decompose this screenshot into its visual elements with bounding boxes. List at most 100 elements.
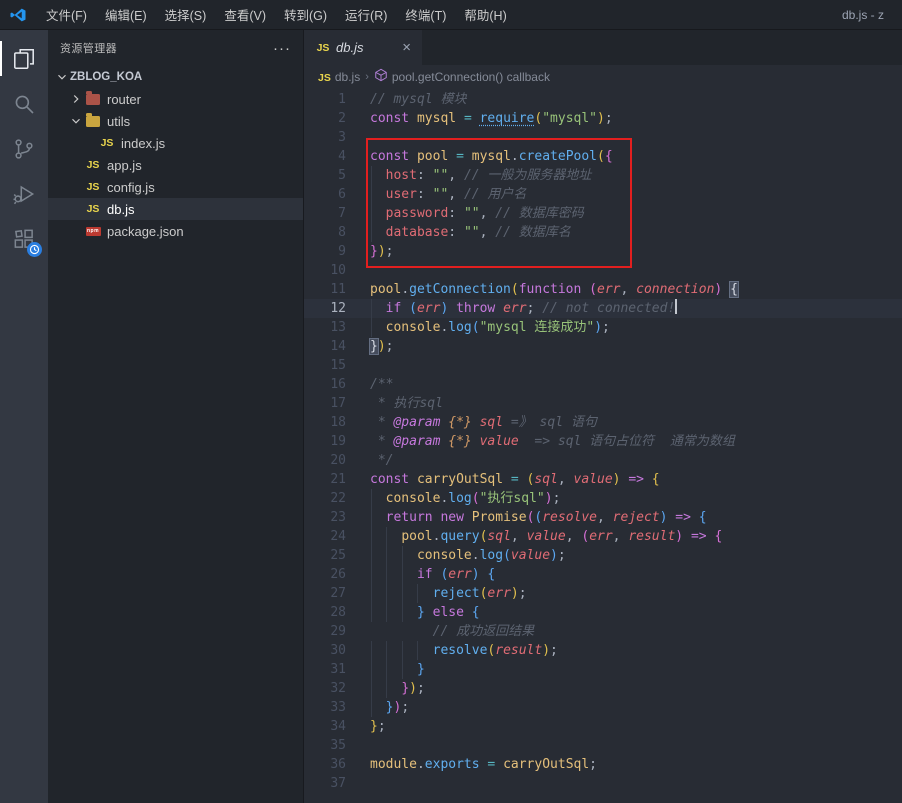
code-line[interactable]: 23 return new Promise((resolve, reject) … bbox=[304, 508, 902, 527]
code-line[interactable]: 9}); bbox=[304, 242, 902, 261]
breadcrumb-item-0[interactable]: JSdb.js bbox=[318, 70, 360, 84]
tree-item-config-js[interactable]: JSconfig.js bbox=[48, 176, 303, 198]
code-line[interactable]: 19 * @param {*} value => sql 语句占位符 通常为数组 bbox=[304, 432, 902, 451]
token: // mysql 模块 bbox=[370, 92, 466, 107]
code-line-content: if (err) throw err; // not connected! bbox=[370, 299, 677, 318]
code-line[interactable]: 18 * @param {*} sql =》 sql 语句 bbox=[304, 413, 902, 432]
code-line[interactable]: 29 // 成功返回结果 bbox=[304, 622, 902, 641]
sidebar-more-actions-icon[interactable]: ··· bbox=[273, 40, 291, 57]
code-line-content: module.exports = carryOutSql; bbox=[370, 755, 597, 774]
code-line[interactable]: 5 host: "", // 一般为服务器地址 bbox=[304, 166, 902, 185]
indent-guide bbox=[371, 565, 372, 584]
code-line[interactable]: 36module.exports = carryOutSql; bbox=[304, 755, 902, 774]
menu-item-3[interactable]: 查看(V) bbox=[215, 0, 275, 29]
line-number: 13 bbox=[304, 318, 346, 337]
code-line[interactable]: 2const mysql = require("mysql"); bbox=[304, 109, 902, 128]
code-line[interactable]: 30 resolve(result); bbox=[304, 641, 902, 660]
code-line[interactable]: 33 }); bbox=[304, 698, 902, 717]
source-control-icon[interactable] bbox=[0, 126, 48, 171]
code-line[interactable]: 27 reject(err); bbox=[304, 584, 902, 603]
tree-item-utils[interactable]: utils bbox=[48, 110, 303, 132]
code-line[interactable]: 34}; bbox=[304, 717, 902, 736]
tab-dbjs[interactable]: JS db.js × bbox=[304, 30, 422, 65]
token: { bbox=[652, 472, 660, 487]
line-number: 8 bbox=[304, 223, 346, 242]
code-line-content: console.log("mysql 连接成功"); bbox=[370, 318, 610, 337]
breadcrumb-item-1[interactable]: pool.getConnection() callback bbox=[374, 68, 550, 85]
code-line-content: // mysql 模块 bbox=[370, 90, 466, 109]
token: => bbox=[675, 510, 691, 525]
menu-item-7[interactable]: 帮助(H) bbox=[455, 0, 515, 29]
code-line[interactable]: 32 }); bbox=[304, 679, 902, 698]
menu-item-1[interactable]: 编辑(E) bbox=[96, 0, 156, 29]
code-line[interactable]: 12 if (err) throw err; // not connected! bbox=[304, 299, 902, 318]
line-number: 11 bbox=[304, 280, 346, 299]
token: ) bbox=[378, 339, 386, 354]
token: log bbox=[448, 491, 471, 506]
code-line[interactable]: 16/** bbox=[304, 375, 902, 394]
code-line[interactable]: 11pool.getConnection(function (err, conn… bbox=[304, 280, 902, 299]
code-line[interactable]: 10 bbox=[304, 261, 902, 280]
token: err bbox=[503, 301, 526, 316]
code-line-content: * @param {*} sql =》 sql 语句 bbox=[370, 413, 597, 432]
editor-code-area[interactable]: 1 // mysql 模块 2const mysql = require("mysq… bbox=[304, 88, 902, 803]
code-line-content: password: "", // 数据库密码 bbox=[370, 204, 584, 223]
tree-item-zblog-koa[interactable]: ZBLOG_KOA bbox=[48, 66, 303, 88]
tab-close-icon[interactable]: × bbox=[399, 39, 414, 56]
code-line[interactable]: 37 bbox=[304, 774, 902, 793]
code-line[interactable]: 22 console.log("执行sql"); bbox=[304, 489, 902, 508]
code-line[interactable]: 31 } bbox=[304, 660, 902, 679]
code-line[interactable]: 25 console.log(value); bbox=[304, 546, 902, 565]
menu-item-6[interactable]: 终端(T) bbox=[396, 0, 455, 29]
explorer-icon[interactable] bbox=[0, 36, 48, 81]
line-number: 1 bbox=[304, 90, 346, 109]
menu-item-0[interactable]: 文件(F) bbox=[37, 0, 96, 29]
token bbox=[448, 301, 456, 316]
token bbox=[370, 320, 386, 335]
token bbox=[370, 567, 417, 582]
code-line[interactable]: 17 * 执行sql bbox=[304, 394, 902, 413]
code-line[interactable]: 6 user: "", // 用户名 bbox=[304, 185, 902, 204]
js-icon: JS bbox=[84, 159, 102, 171]
code-line[interactable]: 7 password: "", // 数据库密码 bbox=[304, 204, 902, 223]
token: ; bbox=[602, 320, 610, 335]
code-line[interactable]: 8 database: "", // 数据库名 bbox=[304, 223, 902, 242]
code-line[interactable]: 14}); bbox=[304, 337, 902, 356]
token: ; bbox=[589, 757, 597, 772]
token: ; bbox=[558, 548, 566, 563]
token: : bbox=[448, 225, 464, 240]
folder-router-icon bbox=[84, 94, 102, 105]
code-line[interactable]: 24 pool.query(sql, value, (err, result) … bbox=[304, 527, 902, 546]
menu-item-4[interactable]: 转到(G) bbox=[275, 0, 336, 29]
token: => bbox=[691, 529, 707, 544]
code-line[interactable]: 15 bbox=[304, 356, 902, 375]
code-line[interactable]: 20 */ bbox=[304, 451, 902, 470]
code-line[interactable]: 3 bbox=[304, 128, 902, 147]
token: value bbox=[574, 472, 613, 487]
tree-item-app-js[interactable]: JSapp.js bbox=[48, 154, 303, 176]
extensions-icon[interactable] bbox=[0, 216, 48, 261]
run-and-debug-icon[interactable] bbox=[0, 171, 48, 216]
menu-item-2[interactable]: 选择(S) bbox=[156, 0, 216, 29]
code-line[interactable]: 1 // mysql 模块 bbox=[304, 90, 902, 109]
code-line[interactable]: 28 } else { bbox=[304, 603, 902, 622]
token: ( bbox=[472, 491, 480, 506]
search-icon[interactable] bbox=[0, 81, 48, 126]
tree-item-index-js[interactable]: JSindex.js bbox=[48, 132, 303, 154]
tree-item-db-js[interactable]: JSdb.js bbox=[48, 198, 303, 220]
token bbox=[409, 149, 417, 164]
token: err bbox=[487, 586, 510, 601]
code-line[interactable]: 21const carryOutSql = (sql, value) => { bbox=[304, 470, 902, 489]
code-line[interactable]: 35 bbox=[304, 736, 902, 755]
menu-item-5[interactable]: 运行(R) bbox=[336, 0, 396, 29]
indent-guide bbox=[371, 185, 372, 204]
token: sql bbox=[534, 472, 557, 487]
line-number: 6 bbox=[304, 185, 346, 204]
code-line[interactable]: 4const pool = mysql.createPool({ bbox=[304, 147, 902, 166]
code-line[interactable]: 26 if (err) { bbox=[304, 565, 902, 584]
token: ; bbox=[605, 111, 613, 126]
code-line[interactable]: 13 console.log("mysql 连接成功"); bbox=[304, 318, 902, 337]
tree-item-package-json[interactable]: npmpackage.json bbox=[48, 220, 303, 242]
token: carryOutSql bbox=[503, 757, 589, 772]
tree-item-router[interactable]: router bbox=[48, 88, 303, 110]
